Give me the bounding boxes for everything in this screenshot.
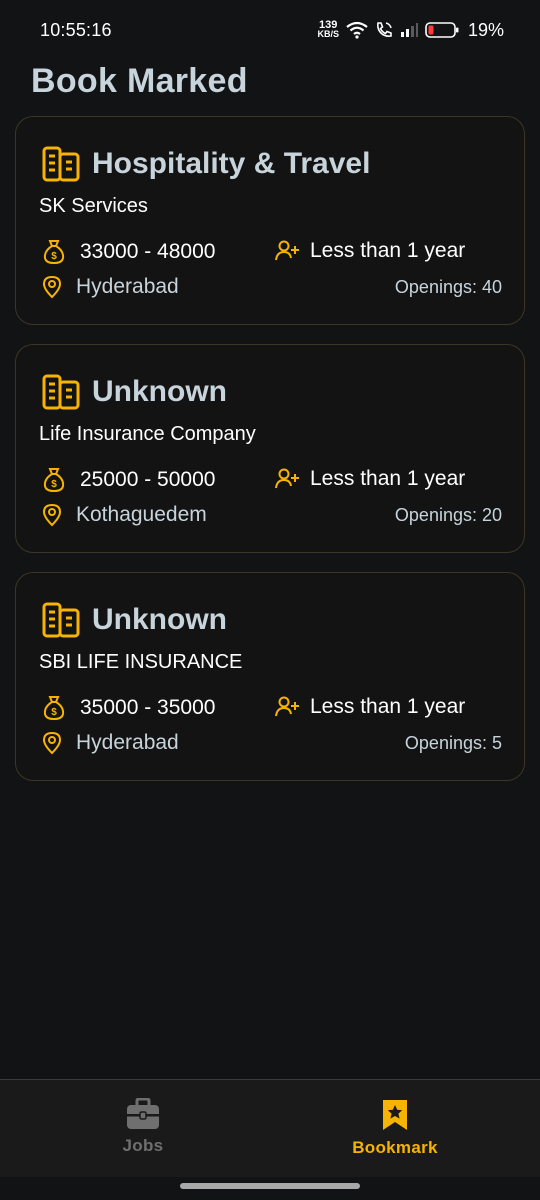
network-speed-unit: KB/S	[317, 29, 339, 39]
openings-count: Openings: 20	[394, 505, 502, 525]
signal-icon	[400, 23, 418, 37]
svg-text:$: $	[51, 479, 57, 490]
job-location-row: Hyderabad Openings: 40	[42, 275, 502, 305]
experience: Less than 1 year	[274, 695, 465, 719]
job-category: Unknown	[92, 603, 227, 636]
company-name: SK Services	[39, 195, 148, 217]
job-card-header: Unknown	[42, 373, 227, 411]
wifi-calling-icon	[376, 22, 392, 37]
svg-text:$: $	[51, 251, 57, 262]
person-add-icon	[275, 240, 299, 261]
battery-percent: 19%	[467, 19, 504, 40]
location-text: Hyderabad	[76, 731, 179, 754]
salary-range: 33000 - 48000	[80, 240, 216, 263]
company-name: Life Insurance Company	[39, 423, 256, 445]
wifi-icon	[346, 21, 368, 39]
building-icon	[42, 146, 80, 182]
salary: $ 35000 - 35000	[42, 695, 215, 721]
job-card[interactable]: Hospitality & Travel SK Services $ 33000…	[15, 116, 525, 325]
nav-item-jobs[interactable]: Jobs	[73, 1098, 213, 1156]
job-details-row: $ 33000 - 48000 Less than 1 year	[42, 239, 502, 269]
building-icon	[42, 602, 80, 638]
company-name: SBI LIFE INSURANCE	[39, 651, 243, 673]
home-gesture-bar[interactable]	[180, 1183, 360, 1189]
job-category: Hospitality & Travel	[92, 147, 371, 180]
salary-range: 35000 - 35000	[80, 696, 216, 719]
experience: Less than 1 year	[274, 239, 465, 263]
bottom-nav: Jobs Bookmark	[0, 1079, 540, 1177]
page-title: Book Marked	[31, 62, 248, 100]
person-add-icon	[275, 696, 299, 717]
job-details-row: $ 25000 - 50000 Less than 1 year	[42, 467, 502, 497]
location: Hyderabad	[42, 731, 179, 755]
job-category: Unknown	[92, 375, 227, 408]
screen: 10:55:16 139 KB/S 19% Book Marked Hospit…	[0, 0, 540, 1200]
experience-text: Less than 1 year	[310, 239, 466, 262]
location: Hyderabad	[42, 275, 179, 299]
nav-label-jobs: Jobs	[122, 1136, 164, 1155]
job-location-row: Hyderabad Openings: 5	[42, 731, 502, 761]
money-bag-icon: $	[43, 240, 65, 265]
building-icon	[42, 374, 80, 410]
location: Kothaguedem	[42, 503, 207, 527]
job-card-header: Unknown	[42, 601, 227, 639]
location-text: Kothaguedem	[76, 503, 207, 526]
job-card-header: Hospitality & Travel	[42, 145, 370, 183]
job-details-row: $ 35000 - 35000 Less than 1 year	[42, 695, 502, 725]
money-bag-icon: $	[43, 468, 65, 493]
svg-text:$: $	[51, 707, 57, 718]
location-pin-icon	[42, 503, 62, 527]
salary: $ 25000 - 50000	[42, 467, 215, 493]
bookmark-icon	[383, 1100, 407, 1130]
experience-text: Less than 1 year	[310, 695, 466, 718]
briefcase-icon	[127, 1098, 159, 1129]
salary: $ 33000 - 48000	[42, 239, 215, 265]
status-time: 10:55:16	[40, 19, 112, 40]
battery-icon	[425, 22, 459, 38]
status-bar: 10:55:16 139 KB/S 19%	[0, 0, 540, 60]
openings-count: Openings: 40	[394, 277, 502, 297]
nav-item-bookmark[interactable]: Bookmark	[325, 1098, 465, 1158]
openings-count: Openings: 5	[404, 733, 502, 753]
location-text: Hyderabad	[76, 275, 179, 298]
experience-text: Less than 1 year	[310, 467, 466, 490]
location-pin-icon	[42, 731, 62, 755]
job-location-row: Kothaguedem Openings: 20	[42, 503, 502, 533]
network-speed: 139 KB/S	[317, 20, 339, 39]
experience: Less than 1 year	[274, 467, 465, 491]
job-card[interactable]: Unknown SBI LIFE INSURANCE $ 35000 - 350…	[15, 572, 525, 781]
person-add-icon	[275, 468, 299, 489]
nav-label-bookmark: Bookmark	[352, 1138, 438, 1157]
salary-range: 25000 - 50000	[80, 468, 216, 491]
money-bag-icon: $	[43, 696, 65, 721]
job-card[interactable]: Unknown Life Insurance Company $ 25000 -…	[15, 344, 525, 553]
status-icons: 139 KB/S 19%	[317, 20, 504, 41]
location-pin-icon	[42, 275, 62, 299]
